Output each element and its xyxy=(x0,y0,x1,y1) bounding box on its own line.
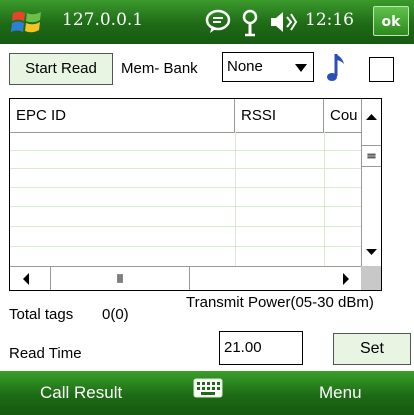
speaker-icon[interactable] xyxy=(268,7,298,37)
scroll-right-icon[interactable] xyxy=(336,270,356,288)
row-divider xyxy=(10,246,361,247)
signal-antenna-icon[interactable] xyxy=(238,7,262,37)
clock: 12:16 xyxy=(305,10,354,30)
row-divider xyxy=(10,150,361,151)
scroll-thumb[interactable] xyxy=(362,145,381,167)
music-note-icon[interactable] xyxy=(326,52,348,84)
read-time-label: Read Time xyxy=(9,345,82,362)
table-header: EPC ID RSSI Cou xyxy=(10,99,381,133)
membank-label: Mem- Bank xyxy=(121,60,198,77)
transmit-power-input[interactable]: 21.00 xyxy=(219,331,303,365)
scroll-down-icon[interactable] xyxy=(362,242,381,262)
sound-checkbox[interactable] xyxy=(369,57,394,82)
transmit-power-label: Transmit Power(05-30 dBm) xyxy=(186,294,374,311)
softkey-bar: Call Result Menu xyxy=(0,371,414,415)
main-content: Start Read Mem- Bank None EPC ID RSSI Co… xyxy=(0,44,414,371)
membank-select[interactable]: None xyxy=(222,52,314,82)
message-bubble-icon[interactable] xyxy=(205,7,231,37)
row-divider xyxy=(10,168,361,169)
chevron-down-icon xyxy=(295,64,307,72)
column-header-epc-id[interactable]: EPC ID xyxy=(10,99,235,132)
call-result-softkey[interactable]: Call Result xyxy=(40,383,122,403)
tag-table[interactable]: EPC ID RSSI Cou xyxy=(9,98,382,291)
scroll-up-icon[interactable] xyxy=(362,107,381,127)
window-title: 127.0.0.1 xyxy=(62,10,144,30)
column-header-count[interactable]: Cou xyxy=(324,99,361,132)
start-read-button[interactable]: Start Read xyxy=(9,53,113,85)
set-button[interactable]: Set xyxy=(333,333,411,365)
row-divider xyxy=(10,206,361,207)
vertical-scrollbar[interactable] xyxy=(361,99,381,266)
scrollbar-corner xyxy=(361,266,381,290)
row-divider xyxy=(10,187,361,188)
windows-flag-icon[interactable] xyxy=(10,7,44,37)
scroll-left-icon[interactable] xyxy=(16,270,36,288)
horizontal-scrollbar[interactable] xyxy=(10,266,361,290)
total-tags-label: Total tags xyxy=(9,306,74,323)
title-bar: 127.0.0.1 12:16 ok xyxy=(0,0,414,44)
column-header-rssi[interactable]: RSSI xyxy=(235,99,324,132)
ok-button[interactable]: ok xyxy=(373,6,409,36)
horizontal-scroll-thumb[interactable] xyxy=(50,267,190,290)
total-tags-value: 0(0) xyxy=(102,306,129,323)
keyboard-icon[interactable] xyxy=(193,378,223,398)
membank-value: None xyxy=(227,58,263,75)
row-divider xyxy=(10,226,361,227)
menu-softkey[interactable]: Menu xyxy=(319,383,362,403)
